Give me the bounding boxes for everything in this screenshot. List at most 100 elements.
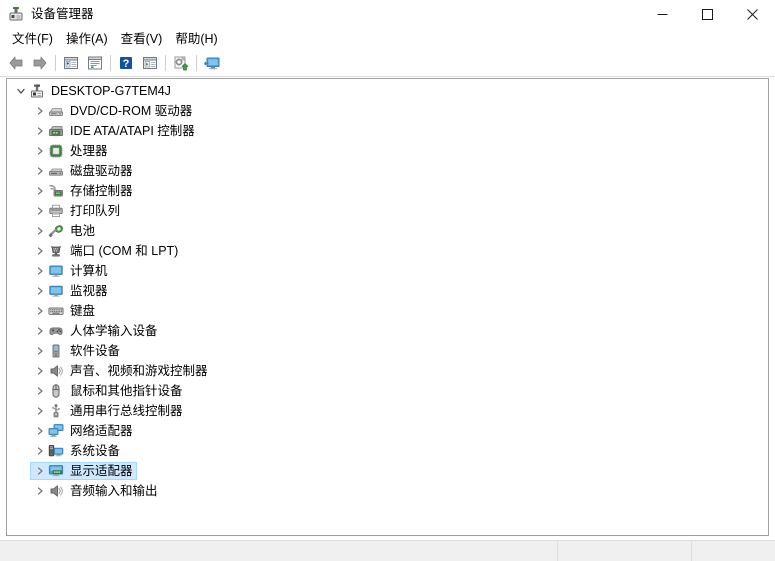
print-queue-icon: [48, 203, 64, 219]
tree-item-label: 网络适配器: [70, 424, 133, 438]
menu-file[interactable]: 文件(F): [8, 29, 62, 49]
tree-row-sound-video-game[interactable]: 声音、视频和游戏控制器: [7, 361, 768, 381]
window-title: 设备管理器: [31, 7, 94, 21]
display-adapter-icon: [48, 463, 64, 479]
tree-row-system-device[interactable]: 系统设备: [7, 441, 768, 461]
chevron-right-icon[interactable]: [32, 423, 48, 439]
chevron-right-icon[interactable]: [32, 483, 48, 499]
tree-row-software-device[interactable]: 软件设备: [7, 341, 768, 361]
menu-action[interactable]: 操作(A): [62, 29, 117, 49]
close-button[interactable]: [730, 0, 775, 28]
tree-row-dvd-drive[interactable]: DVD/CD-ROM 驱动器: [7, 101, 768, 121]
chevron-right-icon[interactable]: [32, 343, 48, 359]
tree-row-mouse[interactable]: 鼠标和其他指针设备: [7, 381, 768, 401]
ports-icon: [48, 243, 64, 259]
device-tree-panel[interactable]: DESKTOP-G7TEM4J DVD/CD-ROM 驱动器 IDE ATA/A…: [6, 78, 769, 536]
storage-controller-icon: [48, 183, 64, 199]
chevron-right-icon[interactable]: [32, 163, 48, 179]
chevron-right-icon[interactable]: [32, 223, 48, 239]
tree-item-label: 音频输入和输出: [70, 484, 158, 498]
tree-row-keyboard[interactable]: 键盘: [7, 301, 768, 321]
chevron-right-icon[interactable]: [32, 203, 48, 219]
chevron-right-icon[interactable]: [32, 303, 48, 319]
tree-item-label: 存储控制器: [70, 184, 133, 198]
minimize-button[interactable]: [640, 0, 685, 28]
display-device-icon[interactable]: [200, 52, 224, 74]
ide-controller-icon: [48, 123, 64, 139]
tree-row-display-adapter[interactable]: 显示适配器: [7, 461, 768, 481]
battery-icon: [48, 223, 64, 239]
chevron-right-icon[interactable]: [32, 183, 48, 199]
scan-for-hardware-changes-icon[interactable]: [138, 52, 162, 74]
network-adapter-icon: [48, 423, 64, 439]
tree-row-usb-controller[interactable]: 通用串行总线控制器: [7, 401, 768, 421]
tree-row-audio-io[interactable]: 音频输入和输出: [7, 481, 768, 501]
tree-row-ports[interactable]: 端口 (COM 和 LPT): [7, 241, 768, 261]
tree-item-label: 通用串行总线控制器: [70, 404, 183, 418]
tree-item-label: DVD/CD-ROM 驱动器: [70, 104, 193, 118]
tree-item-label: 磁盘驱动器: [70, 164, 133, 178]
tree-row-monitor[interactable]: 监视器: [7, 281, 768, 301]
title-bar: 设备管理器: [0, 0, 775, 28]
tree-item-label: 软件设备: [70, 344, 121, 358]
update-driver-icon[interactable]: [169, 52, 193, 74]
properties-icon[interactable]: [83, 52, 107, 74]
tree-row-ide-controller[interactable]: IDE ATA/ATAPI 控制器: [7, 121, 768, 141]
chevron-right-icon[interactable]: [32, 323, 48, 339]
computer-icon: [48, 263, 64, 279]
chevron-down-icon[interactable]: [13, 83, 29, 99]
tree-row-print-queue[interactable]: 打印队列: [7, 201, 768, 221]
tree-item-label: 系统设备: [70, 444, 121, 458]
menu-help[interactable]: 帮助(H): [171, 29, 226, 49]
tree-item-label: 打印队列: [70, 204, 121, 218]
device-manager-icon: [8, 6, 24, 22]
audio-io-icon: [48, 483, 64, 499]
status-bar: [0, 540, 775, 561]
help-icon[interactable]: ?: [114, 52, 138, 74]
chevron-right-icon[interactable]: [32, 103, 48, 119]
chevron-right-icon[interactable]: [32, 243, 48, 259]
mouse-icon: [48, 383, 64, 399]
tree-item-label: 显示适配器: [70, 464, 133, 478]
tree-item-label: 鼠标和其他指针设备: [70, 384, 183, 398]
maximize-button[interactable]: [685, 0, 730, 28]
toolbar-divider: [0, 76, 775, 77]
tree-row-network-adapter[interactable]: 网络适配器: [7, 421, 768, 441]
monitor-icon: [48, 283, 64, 299]
chevron-right-icon[interactable]: [32, 463, 48, 479]
window-controls: [640, 0, 775, 28]
tree-row-battery[interactable]: 电池: [7, 221, 768, 241]
forward-arrow-icon[interactable]: [28, 52, 52, 74]
menu-view[interactable]: 查看(V): [117, 29, 172, 49]
toolbar: ?: [0, 50, 775, 76]
chevron-right-icon[interactable]: [32, 363, 48, 379]
chevron-right-icon[interactable]: [32, 143, 48, 159]
chevron-right-icon[interactable]: [32, 123, 48, 139]
show-hide-console-tree-icon[interactable]: [59, 52, 83, 74]
toolbar-separator: [196, 55, 197, 71]
svg-text:?: ?: [123, 58, 130, 70]
tree-row-hid-device[interactable]: 人体学输入设备: [7, 321, 768, 341]
chevron-right-icon[interactable]: [32, 403, 48, 419]
chevron-right-icon[interactable]: [32, 443, 48, 459]
device-manager-window: 设备管理器 文件(F) 操作(A) 查看(V) 帮助(H) ? DESKTOP-…: [0, 0, 775, 561]
tree-row-root[interactable]: DESKTOP-G7TEM4J: [7, 81, 768, 101]
usb-controller-icon: [48, 403, 64, 419]
keyboard-icon: [48, 303, 64, 319]
device-tree: DESKTOP-G7TEM4J DVD/CD-ROM 驱动器 IDE ATA/A…: [7, 79, 768, 501]
tree-row-processor[interactable]: 处理器: [7, 141, 768, 161]
processor-icon: [48, 143, 64, 159]
toolbar-separator: [55, 55, 56, 71]
status-cell-second: [558, 541, 692, 561]
tree-row-computer[interactable]: 计算机: [7, 261, 768, 281]
back-arrow-icon[interactable]: [4, 52, 28, 74]
toolbar-separator: [165, 55, 166, 71]
chevron-right-icon[interactable]: [32, 283, 48, 299]
disk-drive-icon: [48, 163, 64, 179]
chevron-right-icon[interactable]: [32, 263, 48, 279]
chevron-right-icon[interactable]: [32, 383, 48, 399]
sound-video-game-icon: [48, 363, 64, 379]
tree-row-disk-drive[interactable]: 磁盘驱动器: [7, 161, 768, 181]
tree-item-label: 计算机: [70, 264, 108, 278]
tree-row-storage-controller[interactable]: 存储控制器: [7, 181, 768, 201]
